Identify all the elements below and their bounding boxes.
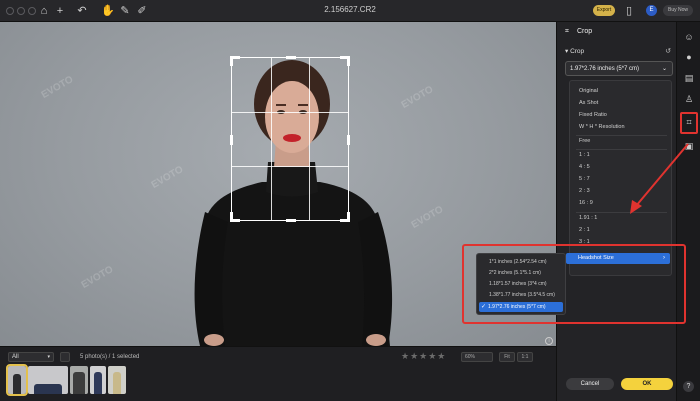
menu-item-wh-resolution[interactable]: W * H * Resolution bbox=[579, 124, 625, 130]
menu-item-5-7[interactable]: 5 : 7 bbox=[579, 176, 590, 182]
annotation-highlight-box bbox=[680, 112, 698, 134]
crop-grid-line bbox=[232, 165, 348, 167]
thumbnail[interactable] bbox=[70, 366, 88, 394]
one-to-one-button[interactable]: 1:1 bbox=[517, 352, 533, 362]
crop-handle-left[interactable] bbox=[230, 135, 233, 145]
photo-count: 5 photo(s) / 1 selected bbox=[80, 354, 140, 360]
section-title: Crop bbox=[570, 48, 585, 55]
menu-item-16-9[interactable]: 16 : 9 bbox=[579, 200, 593, 206]
avatar[interactable]: E bbox=[646, 5, 657, 16]
thumbnail[interactable] bbox=[108, 366, 126, 394]
crop-section-header[interactable]: ▾ Crop ↺ bbox=[565, 47, 673, 55]
crop-grid-line bbox=[270, 58, 272, 220]
crop-size-value: 1.97*2.76 inches (5*7 cm) bbox=[570, 66, 640, 72]
menu-item-as-shot[interactable]: As Shot bbox=[579, 100, 598, 106]
menu-item-4-5[interactable]: 4 : 5 bbox=[579, 164, 590, 170]
crop-handle-top-left[interactable] bbox=[230, 56, 240, 66]
panel-toggle-icon[interactable]: ▯ bbox=[621, 3, 637, 19]
annotation-highlight-box bbox=[462, 244, 686, 324]
collapse-icon: ▾ bbox=[565, 48, 569, 55]
title-bar: ⌂ + ↶ ✋ ✎ ✐ 2.156627.CR2 Export ▯ E Buy … bbox=[0, 0, 700, 22]
menu-item-1-91-1[interactable]: 1.91 : 1 bbox=[579, 215, 597, 221]
info-icon[interactable]: i bbox=[545, 337, 553, 345]
rating-stars[interactable]: ★★★★★ bbox=[401, 351, 446, 362]
menu-item-free[interactable]: Free bbox=[579, 138, 590, 144]
cancel-button[interactable]: Cancel bbox=[566, 378, 614, 390]
panel-title-text: Crop bbox=[577, 28, 593, 35]
annotation-arrow bbox=[630, 143, 689, 214]
crop-size-select[interactable]: 1.97*2.76 inches (5*7 cm) ⌄ bbox=[565, 61, 673, 76]
crop-grid-line bbox=[232, 111, 348, 113]
chevron-down-icon: ▾ bbox=[47, 354, 50, 360]
crop-handle-top-right[interactable] bbox=[340, 56, 350, 66]
buy-now-button[interactable]: Buy Now bbox=[663, 5, 693, 16]
crop-icon: ⌗ bbox=[565, 28, 569, 35]
thumbnail[interactable] bbox=[28, 366, 68, 394]
menu-item-2-1[interactable]: 2 : 1 bbox=[579, 227, 590, 233]
crop-handle-right[interactable] bbox=[347, 135, 350, 145]
crop-handle-bottom[interactable] bbox=[286, 219, 296, 222]
crop-frame[interactable] bbox=[230, 56, 350, 222]
background-icon[interactable]: ▤ bbox=[683, 72, 695, 84]
filter-value: All bbox=[12, 354, 19, 360]
chevron-down-icon: ⌄ bbox=[661, 66, 667, 72]
menu-item-original[interactable]: Original bbox=[579, 88, 598, 94]
crop-handle-top[interactable] bbox=[286, 56, 296, 59]
crop-grid-line bbox=[309, 58, 311, 220]
thumbnail[interactable] bbox=[90, 366, 106, 394]
filmstrip-bar: All ▾ 5 photo(s) / 1 selected ★★★★★ 60% … bbox=[0, 346, 556, 401]
filter-select[interactable]: All ▾ bbox=[8, 352, 54, 362]
menu-item-2-3[interactable]: 2 : 3 bbox=[579, 188, 590, 194]
zoom-select[interactable]: 60% bbox=[461, 352, 493, 362]
clothing-icon[interactable]: ♙ bbox=[683, 93, 695, 105]
face-retouch-icon[interactable]: ☺ bbox=[683, 31, 695, 43]
menu-divider bbox=[576, 135, 667, 136]
export-button[interactable]: Export bbox=[593, 5, 615, 16]
grid-view-icon[interactable] bbox=[60, 352, 70, 362]
ok-button[interactable]: OK bbox=[621, 378, 673, 390]
thumbnail[interactable] bbox=[6, 364, 28, 396]
panel-title: ⌗ Crop bbox=[565, 28, 592, 36]
color-icon[interactable]: ● bbox=[683, 51, 695, 63]
reset-icon[interactable]: ↺ bbox=[665, 47, 671, 55]
crop-handle-bottom-right[interactable] bbox=[340, 212, 350, 222]
menu-item-1-1[interactable]: 1 : 1 bbox=[579, 152, 590, 158]
zoom-value: 60% bbox=[465, 354, 476, 360]
thumbnail-list bbox=[6, 364, 126, 396]
crop-handle-bottom-left[interactable] bbox=[230, 212, 240, 222]
help-icon[interactable]: ? bbox=[683, 381, 694, 392]
menu-item-fixed-ratio[interactable]: Fixed Ratio bbox=[579, 112, 607, 118]
fit-button[interactable]: Fit bbox=[499, 352, 515, 362]
